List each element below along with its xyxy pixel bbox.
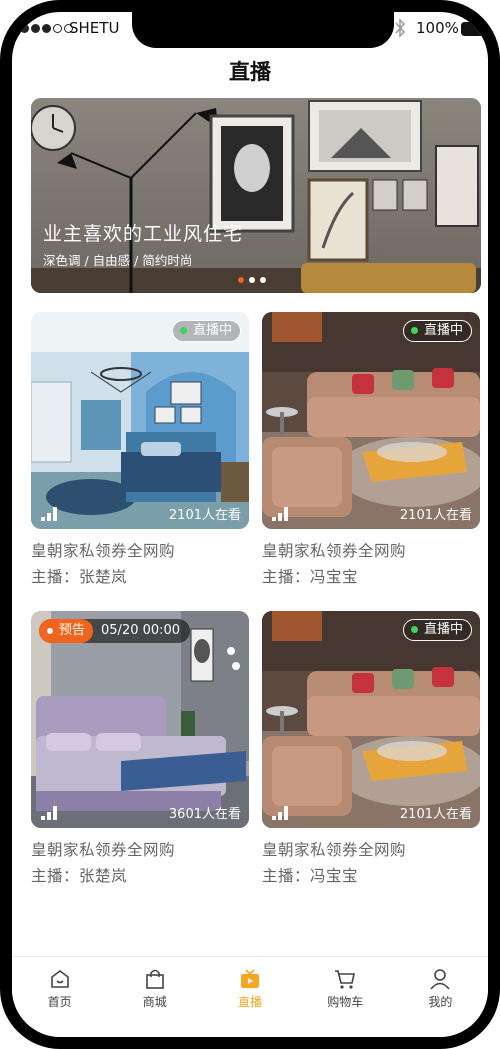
preview-card[interactable]: 预告 05/20 00:00 3601人在看 皇朝家私领券全网购 主播：张楚岚 [31,611,249,886]
carousel-dot[interactable] [238,277,244,283]
tab-cart[interactable]: 购物车 [298,957,393,1018]
notch [132,12,394,48]
carousel-dot[interactable] [249,277,255,283]
sofa-image [262,611,480,828]
tab-label: 首页 [47,995,72,1009]
tab-label: 商城 [142,995,167,1009]
tv-icon [241,969,259,988]
battery-icon [461,22,487,36]
battery-percent: 100% [416,19,459,37]
live-badge-label: 直播中 [192,323,232,338]
live-badge-label: 直播中 [423,622,463,637]
sofa-image [262,312,480,529]
card-title: 皇朝家私领券全网购 [31,841,176,859]
tab-profile[interactable]: 我的 [393,957,488,1018]
carousel-dot[interactable] [260,277,266,283]
signal-bars-icon [272,507,288,521]
card-host: 主播：张楚岚 [31,867,128,885]
card-title: 皇朝家私领券全网购 [262,542,407,560]
preview-tag: 预告 [39,619,94,643]
bed-image [31,611,249,828]
live-badge: 直播中 [171,320,241,342]
carrier-label: SHETU [69,19,120,37]
signal-bars-icon [272,806,288,820]
bluetooth-icon [395,18,406,38]
carousel-dots[interactable] [238,277,266,283]
tab-label: 我的 [428,995,453,1009]
live-card[interactable]: 直播中 2101人在看 皇朝家私领券全网购 主播：冯宝宝 [262,312,480,587]
signal-icon [20,24,73,33]
phone-frame: SHETU 100% 直播 业主喜欢的工业风住宅 深色调 / 自由感 / 简约时… [0,0,500,1049]
shopping-bag-icon [145,969,164,989]
card-host: 主播：冯宝宝 [262,568,359,586]
tab-label: 直播 [238,995,263,1009]
live-dot-icon [410,626,418,633]
banner-title: 业主喜欢的工业风住宅 [43,223,244,245]
live-badge: 直播中 [402,320,472,342]
tab-home[interactable]: 首页 [12,957,107,1018]
preview-tag-label: 预告 [59,623,86,638]
page-title: 直播 [229,60,271,84]
card-title: 皇朝家私领券全网购 [31,542,176,560]
live-badge: 直播中 [402,619,472,641]
tab-bar: 首页 商城 直播 购物车 我的 [12,956,488,1018]
card-title: 皇朝家私领券全网购 [262,841,407,859]
signal-bars-icon [41,806,57,820]
preview-badge: 预告 05/20 00:00 [39,619,191,643]
signal-bars-icon [41,507,57,521]
home-icon [50,970,69,988]
card-image: 直播中 2101人在看 [262,312,480,529]
cart-icon [335,970,356,989]
viewer-count: 2101人在看 [168,508,241,523]
live-dot-icon [179,327,187,334]
user-icon [430,969,451,990]
card-host: 主播：张楚岚 [31,568,128,586]
bedroom-image [31,312,249,529]
live-dot-icon [410,327,418,334]
live-card[interactable]: 直播中 2101人在看 皇朝家私领券全网购 主播：张楚岚 [31,312,249,587]
card-image: 直播中 2101人在看 [262,611,480,828]
tab-label: 购物车 [327,995,364,1009]
tab-live[interactable]: 直播 [202,957,297,1018]
viewer-count: 2101人在看 [399,807,472,822]
live-card[interactable]: 直播中 2101人在看 皇朝家私领券全网购 主播：冯宝宝 [262,611,480,886]
live-badge-label: 直播中 [423,323,463,338]
card-image: 预告 05/20 00:00 3601人在看 [31,611,249,828]
viewer-count: 3601人在看 [168,807,241,822]
preview-dot-icon [47,628,53,634]
viewer-count: 2101人在看 [399,508,472,523]
screen: SHETU 100% 直播 业主喜欢的工业风住宅 深色调 / 自由感 / 简约时… [12,12,488,1037]
preview-time: 05/20 00:00 [101,623,181,638]
card-host: 主播：冯宝宝 [262,867,359,885]
card-image: 直播中 2101人在看 [31,312,249,529]
banner-carousel[interactable]: 业主喜欢的工业风住宅 深色调 / 自由感 / 简约时尚 [31,98,481,293]
banner-tags: 深色调 / 自由感 / 简约时尚 [43,253,193,268]
tab-mall[interactable]: 商城 [107,957,202,1018]
